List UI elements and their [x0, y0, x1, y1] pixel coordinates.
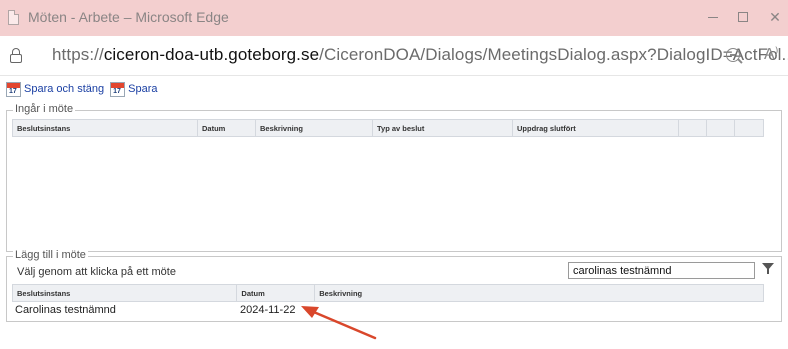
url-host: ciceron-doa-utb.goteborg.se	[103, 45, 320, 64]
window-title: Möten - Arbete – Microsoft Edge	[28, 9, 229, 25]
filter-icon[interactable]	[761, 262, 775, 276]
read-aloud-icon[interactable]: A⁾	[764, 44, 779, 64]
column-header[interactable]	[707, 120, 735, 136]
column-header[interactable]: Datum	[198, 120, 256, 136]
minimize-icon	[708, 17, 718, 18]
search-input[interactable]	[568, 262, 755, 279]
document-icon	[8, 10, 19, 25]
window-title-bar: Möten - Arbete – Microsoft Edge ✕	[0, 0, 788, 36]
save-button[interactable]: 17 Spara	[110, 81, 158, 97]
included-meetings-group: Ingår i möte Beslutsinstans Datum Beskri…	[6, 103, 782, 252]
included-meetings-header: Beslutsinstans Datum Beskrivning Typ av …	[12, 119, 764, 137]
maximize-icon	[738, 12, 748, 22]
column-header[interactable]	[679, 120, 707, 136]
address-bar: https://ciceron-doa-utb.goteborg.se/Cice…	[0, 36, 788, 76]
column-header[interactable]: Typ av beslut	[373, 120, 513, 136]
close-icon: ✕	[769, 9, 781, 25]
lock-icon[interactable]	[10, 48, 22, 63]
save-and-close-label: Spara och stäng	[24, 83, 105, 95]
select-instruction: Välj genom att klicka på ett möte	[17, 266, 176, 278]
minimize-button[interactable]	[700, 5, 726, 29]
calendar-icon: 17	[110, 81, 126, 97]
save-and-close-button[interactable]: 17 Spara och stäng	[6, 81, 105, 97]
column-header[interactable]: Beskrivning	[256, 120, 373, 136]
included-meetings-legend: Ingår i möte	[13, 103, 76, 115]
column-header[interactable]: Beslutsinstans	[13, 120, 198, 136]
column-header[interactable]: Beslutsinstans	[13, 285, 238, 301]
annotation-arrow	[301, 306, 377, 340]
column-header[interactable]: Datum	[237, 285, 316, 301]
cell-beslutsinstans: Carolinas testnämnd	[15, 304, 116, 316]
maximize-button[interactable]	[730, 5, 756, 29]
dialog-toolbar: 17 Spara och stäng 17 Spara	[6, 80, 163, 98]
column-header[interactable]: Uppdrag slutfört	[513, 120, 679, 136]
add-meeting-legend: Lägg till i möte	[13, 249, 88, 261]
meetings-header: Beslutsinstans Datum Beskrivning	[12, 284, 764, 302]
calendar-icon: 17	[6, 81, 21, 97]
url-protocol: https://	[52, 45, 104, 64]
table-row[interactable]: Carolinas testnämnd 2024-11-22	[12, 302, 764, 318]
add-meeting-group: Lägg till i möte Välj genom att klicka p…	[6, 249, 782, 322]
save-label: Spara	[128, 83, 158, 95]
zoom-out-icon[interactable]	[726, 48, 740, 62]
url-path: /CiceronDOA/Dialogs/MeetingsDialog.aspx?…	[319, 45, 788, 64]
column-header[interactable]	[735, 120, 763, 136]
close-button[interactable]: ✕	[762, 5, 788, 29]
column-header[interactable]: Beskrivning	[315, 285, 763, 301]
url-text[interactable]: https://ciceron-doa-utb.goteborg.se/Cice…	[52, 45, 788, 65]
